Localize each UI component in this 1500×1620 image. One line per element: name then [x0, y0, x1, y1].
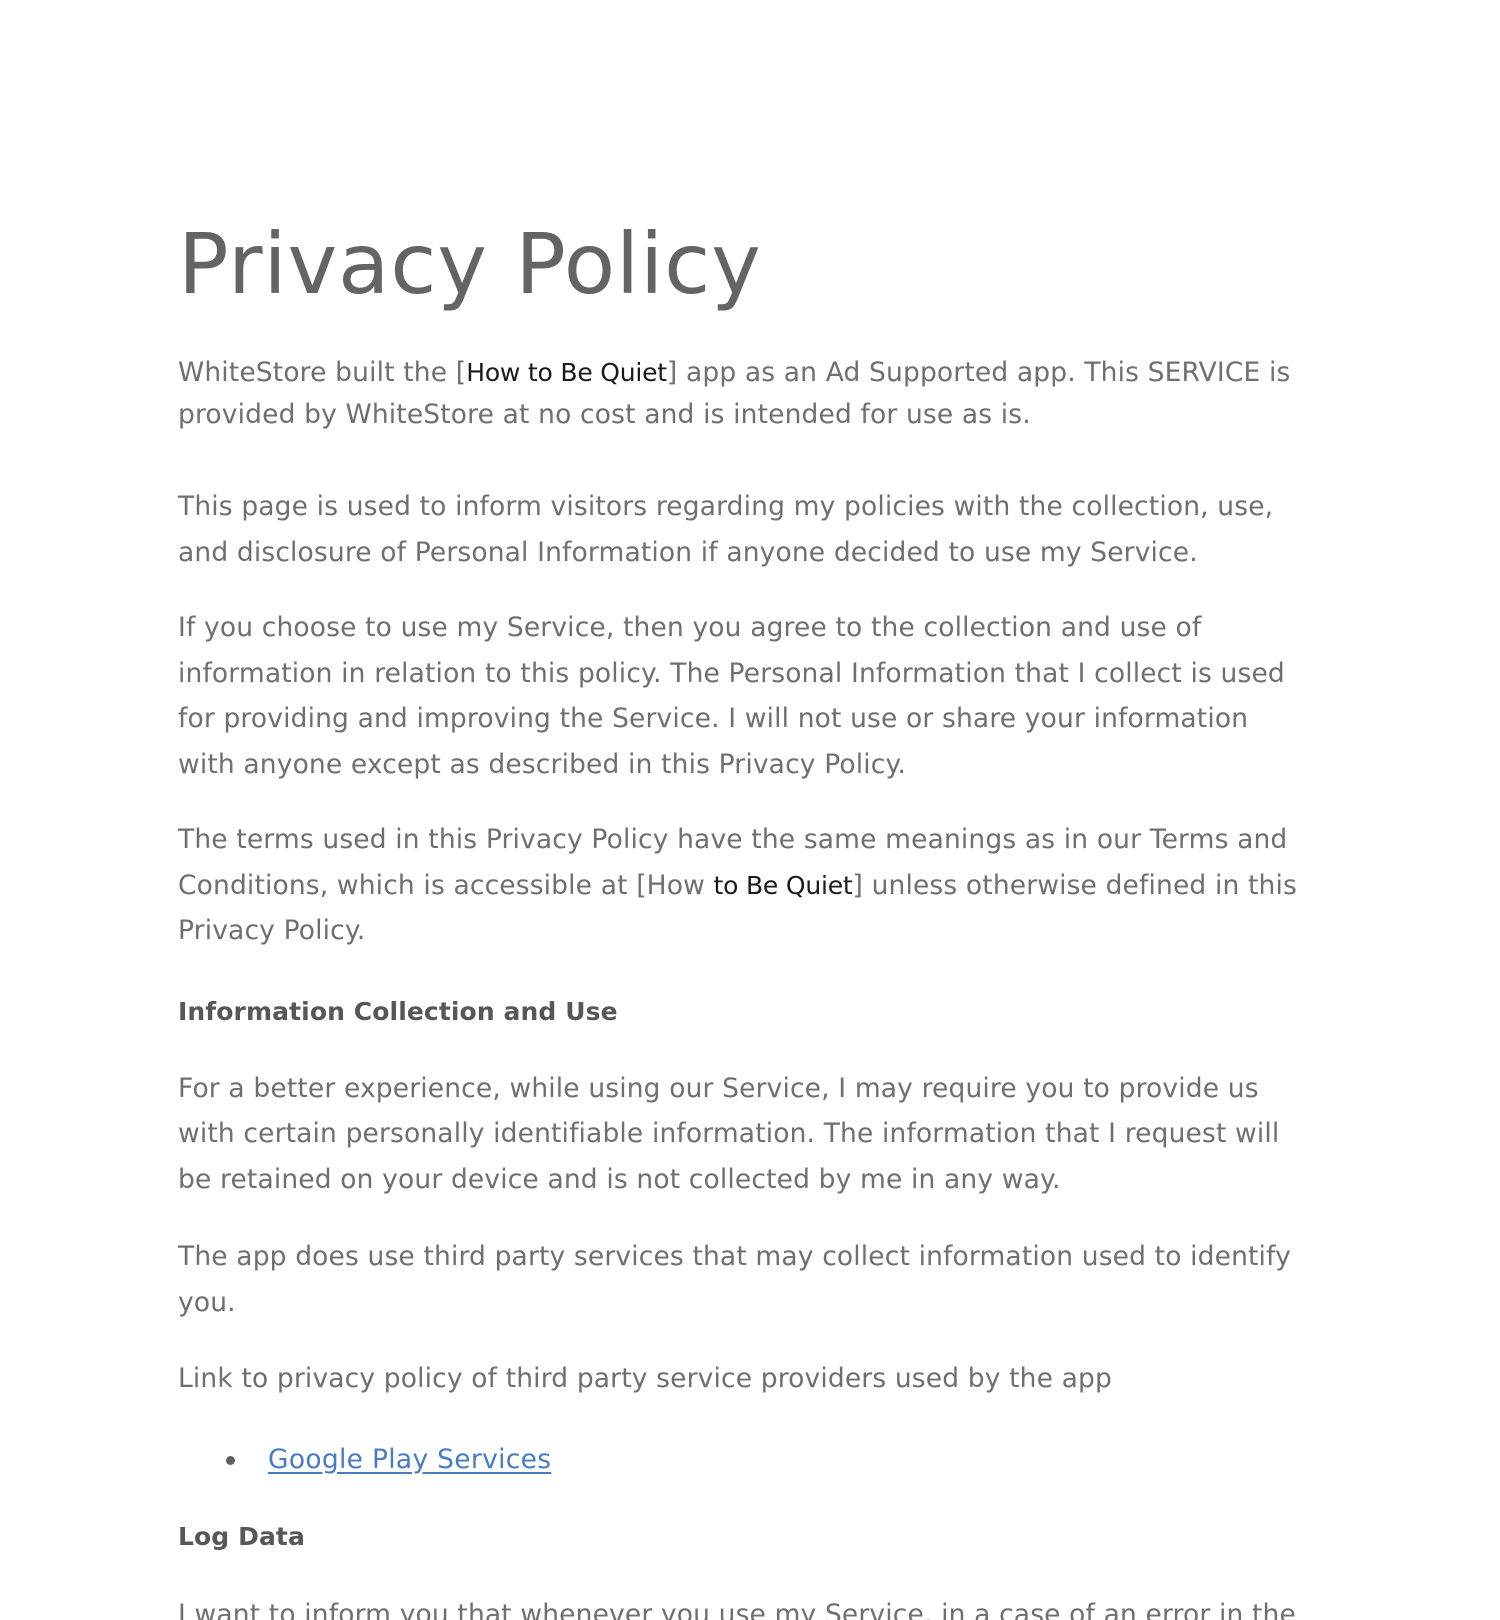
- section-heading-information-collection-and-use: Information Collection and Use: [178, 996, 618, 1026]
- bullet-icon: [226, 1455, 235, 1465]
- app-name-inline-2: to Be Quiet: [713, 870, 853, 900]
- link-google-play-services[interactable]: Google Play Services: [268, 1444, 551, 1475]
- paragraph-consent: If you choose to use my Service, then yo…: [178, 612, 1285, 780]
- section-heading-log-data: Log Data: [178, 1521, 305, 1551]
- clipped-paragraph-wrapper: I want to inform you that whenever you u…: [178, 1592, 1308, 1620]
- paragraph-intro: WhiteStore built the [How to Be Quiet] a…: [178, 352, 1308, 436]
- paragraph-purpose: This page is used to inform visitors reg…: [178, 491, 1274, 568]
- paragraph-intro-part-1: WhiteStore built the [: [178, 357, 467, 388]
- paragraph-terms: The terms used in this Privacy Policy ha…: [178, 817, 1308, 954]
- document-body: Privacy Policy WhiteStore built the [How…: [178, 0, 1308, 1620]
- third-party-services-list: Google Play Services: [178, 1440, 1308, 1480]
- page-title: Privacy Policy: [178, 215, 762, 313]
- app-name-inline-1: How to Be Quiet: [466, 358, 667, 387]
- list-item: Google Play Services: [178, 1440, 1308, 1480]
- paragraph-link-intro: Link to privacy policy of third party se…: [178, 1363, 1112, 1394]
- paragraph-third-party: The app does use third party services th…: [178, 1241, 1291, 1318]
- document-page: Privacy Policy WhiteStore built the [How…: [0, 0, 1500, 1620]
- paragraph-log-data-clipped: I want to inform you that whenever you u…: [178, 1598, 1296, 1620]
- paragraph-better-experience: For a better experience, while using our…: [178, 1072, 1280, 1195]
